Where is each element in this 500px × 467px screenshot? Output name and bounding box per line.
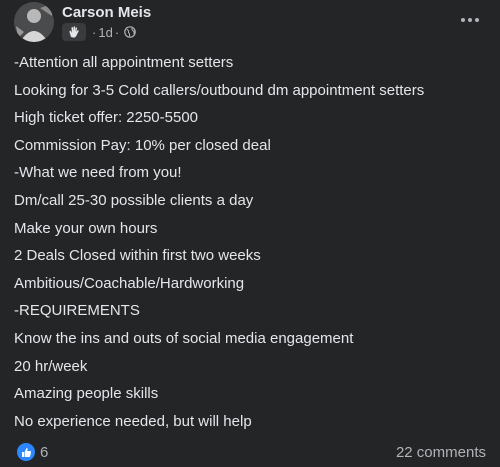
post-line: -REQUIREMENTS (14, 302, 140, 320)
post-timestamp[interactable]: 1d (98, 25, 112, 40)
meta-separator-2: · (114, 24, 120, 40)
post-card: Carson Meis · 1d · -Attention all appoin… (0, 0, 500, 467)
author-name[interactable]: Carson Meis (62, 4, 151, 21)
post-line: -Attention all appointment setters (14, 54, 234, 71)
post-header: Carson Meis · 1d · (14, 0, 486, 46)
post-line: Looking for 3-5 Cold callers/outbound dm… (14, 81, 425, 99)
wave-hand-icon[interactable] (62, 23, 86, 41)
post-line: 20 hr/week (14, 357, 88, 375)
globe-icon (124, 26, 136, 38)
post-line: Commission Pay: 10% per closed deal (14, 136, 271, 154)
more-options-icon[interactable] (454, 6, 486, 34)
post-line: Dm/call 25-30 possible clients a day (14, 191, 254, 209)
meta-separator: · (92, 24, 97, 40)
post-line: -What we need from you! (14, 164, 182, 182)
post-line: Ambitious/Coachable/Hardworking (14, 274, 245, 292)
post-meta: · 1d · (62, 23, 136, 41)
post-footer: 6 22 comments (14, 440, 486, 466)
post-body: -Attention all appointment setters Looki… (14, 49, 486, 435)
post-line: Amazing people skills (14, 385, 159, 403)
post-line: High ticket offer: 2250-5500 (14, 109, 199, 127)
comments-count-link[interactable]: 22 comments (396, 444, 486, 461)
reaction-count[interactable]: 6 (40, 444, 48, 461)
post-line: Make your own hours (14, 219, 158, 237)
post-line: 2 Deals Closed within first two weeks (14, 247, 261, 265)
like-icon[interactable] (17, 443, 35, 461)
avatar[interactable] (14, 2, 54, 42)
post-line: Know the ins and outs of social media en… (14, 329, 354, 347)
post-line: No experience needed, but will help (14, 412, 252, 430)
